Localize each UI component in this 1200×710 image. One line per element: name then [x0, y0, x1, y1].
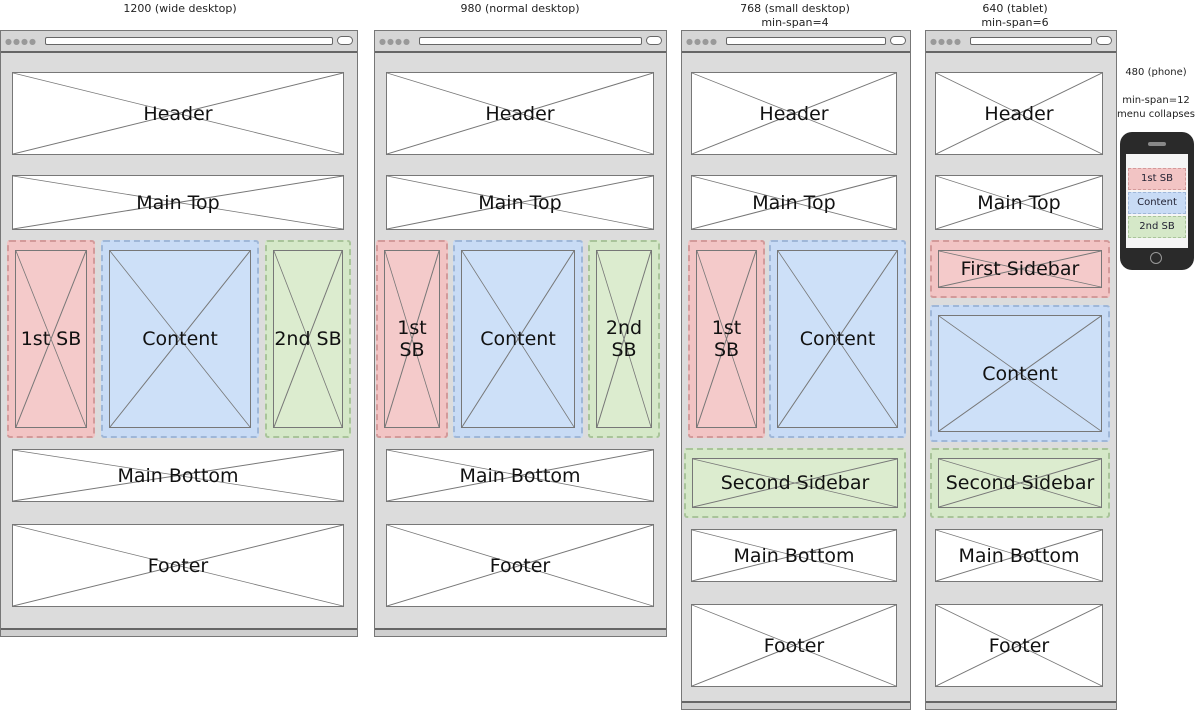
- header-640-label: Header: [984, 102, 1054, 125]
- first-sidebar-980: 1st SB: [376, 240, 448, 438]
- address-bar: [726, 37, 886, 45]
- phone-home-button: [1150, 252, 1162, 264]
- footer-980-label: Footer: [489, 554, 551, 577]
- main-top-980-label: Main Top: [478, 191, 562, 214]
- header-768-label: Header: [759, 102, 829, 125]
- second-sidebar-1200-label: 2nd SB: [274, 328, 342, 350]
- phone-content: Content: [1128, 192, 1186, 214]
- browser-toolbar: ●●●●: [1, 31, 357, 53]
- search-field: [890, 36, 906, 45]
- content-640-label: Content: [982, 362, 1058, 385]
- address-bar: [419, 37, 642, 45]
- nav-buttons-icon: ●●●●: [686, 37, 718, 46]
- phone-mockup: 1st SB Content 2nd SB: [1120, 132, 1194, 270]
- browser-toolbar: ●●●●: [682, 31, 910, 53]
- second-sidebar-1200: 2nd SB: [265, 240, 351, 438]
- second-sidebar-640: Second Sidebar: [930, 448, 1110, 518]
- status-bar: [375, 628, 666, 636]
- content-980: Content: [453, 240, 583, 438]
- browser-toolbar: ●●●●: [926, 31, 1116, 53]
- main-top-640-label: Main Top: [977, 191, 1061, 214]
- first-sidebar-1200: 1st SB: [7, 240, 95, 438]
- main-bottom-768: Main Bottom: [691, 529, 897, 582]
- second-sidebar-980-label: 2nd SB: [605, 317, 643, 361]
- caption-640-note: min-span=6: [981, 16, 1049, 29]
- main-bottom-1200-label: Main Bottom: [117, 464, 239, 487]
- caption-768: 768 (small desktop) min-span=4: [680, 2, 910, 30]
- address-bar: [45, 37, 333, 45]
- main-bottom-1200: Main Bottom: [12, 449, 344, 502]
- browser-toolbar: ●●●●: [375, 31, 666, 53]
- content-1200-label: Content: [142, 328, 218, 350]
- header-768: Header: [691, 72, 897, 155]
- main-top-768-label: Main Top: [752, 191, 836, 214]
- caption-640-title: 640 (tablet): [982, 2, 1048, 15]
- second-sidebar-768: Second Sidebar: [684, 448, 906, 518]
- second-sidebar-768-label: Second Sidebar: [720, 472, 870, 494]
- phone-second-sidebar: 2nd SB: [1128, 216, 1186, 238]
- main-top-768: Main Top: [691, 175, 897, 230]
- footer-768: Footer: [691, 604, 897, 687]
- header-980: Header: [386, 72, 654, 155]
- main-bottom-768-label: Main Bottom: [733, 544, 855, 567]
- caption-980: 980 (normal desktop): [460, 2, 580, 15]
- main-top-1200: Main Top: [12, 175, 344, 230]
- main-bottom-640-label: Main Bottom: [958, 544, 1080, 567]
- status-bar: [926, 701, 1116, 709]
- status-bar: [682, 701, 910, 709]
- search-field: [646, 36, 662, 45]
- first-sidebar-980-label: 1st SB: [397, 317, 427, 361]
- main-bottom-640: Main Bottom: [935, 529, 1103, 582]
- footer-640: Footer: [935, 604, 1103, 687]
- footer-980: Footer: [386, 524, 654, 607]
- main-bottom-980-label: Main Bottom: [459, 464, 581, 487]
- footer-1200-label: Footer: [147, 554, 209, 577]
- content-1200: Content: [101, 240, 259, 438]
- nav-buttons-icon: ●●●●: [930, 37, 962, 46]
- footer-768-label: Footer: [763, 634, 825, 657]
- content-980-label: Content: [480, 328, 556, 350]
- header-980-label: Header: [485, 102, 555, 125]
- caption-480-note2: menu collapses: [1117, 109, 1195, 120]
- first-sidebar-640-label: First Sidebar: [960, 258, 1080, 280]
- second-sidebar-980: 2nd SB: [588, 240, 660, 438]
- search-field: [337, 36, 353, 45]
- phone-speaker: [1148, 142, 1166, 146]
- second-sidebar-640-label: Second Sidebar: [945, 472, 1095, 494]
- caption-480-title: 480 (phone): [1125, 67, 1187, 78]
- header-640: Header: [935, 72, 1103, 155]
- main-bottom-980: Main Bottom: [386, 449, 654, 502]
- first-sidebar-640: First Sidebar: [930, 240, 1110, 298]
- first-sidebar-768-label: 1st SB: [711, 317, 742, 361]
- address-bar: [970, 37, 1092, 45]
- status-bar: [1, 628, 357, 636]
- header-1200: Header: [12, 72, 344, 155]
- caption-480-note: min-span=12: [1122, 95, 1190, 106]
- caption-640: 640 (tablet) min-span=6: [905, 2, 1125, 30]
- caption-480: 480 (phone) min-span=12 menu collapses: [1112, 66, 1200, 122]
- header-1200-label: Header: [143, 102, 213, 125]
- footer-1200: Footer: [12, 524, 344, 607]
- content-768: Content: [769, 240, 906, 438]
- main-top-980: Main Top: [386, 175, 654, 230]
- caption-768-title: 768 (small desktop): [740, 2, 850, 15]
- caption-1200: 1200 (wide desktop): [123, 2, 237, 15]
- main-top-640: Main Top: [935, 175, 1103, 230]
- main-top-1200-label: Main Top: [136, 191, 220, 214]
- content-768-label: Content: [799, 328, 876, 350]
- nav-buttons-icon: ●●●●: [5, 37, 37, 46]
- nav-buttons-icon: ●●●●: [379, 37, 411, 46]
- phone-screen: 1st SB Content 2nd SB: [1126, 154, 1188, 248]
- first-sidebar-1200-label: 1st SB: [20, 328, 82, 350]
- content-640: Content: [930, 305, 1110, 442]
- search-field: [1096, 36, 1112, 45]
- phone-first-sidebar: 1st SB: [1128, 168, 1186, 190]
- first-sidebar-768: 1st SB: [688, 240, 765, 438]
- caption-768-note: min-span=4: [761, 16, 829, 29]
- footer-640-label: Footer: [988, 634, 1050, 657]
